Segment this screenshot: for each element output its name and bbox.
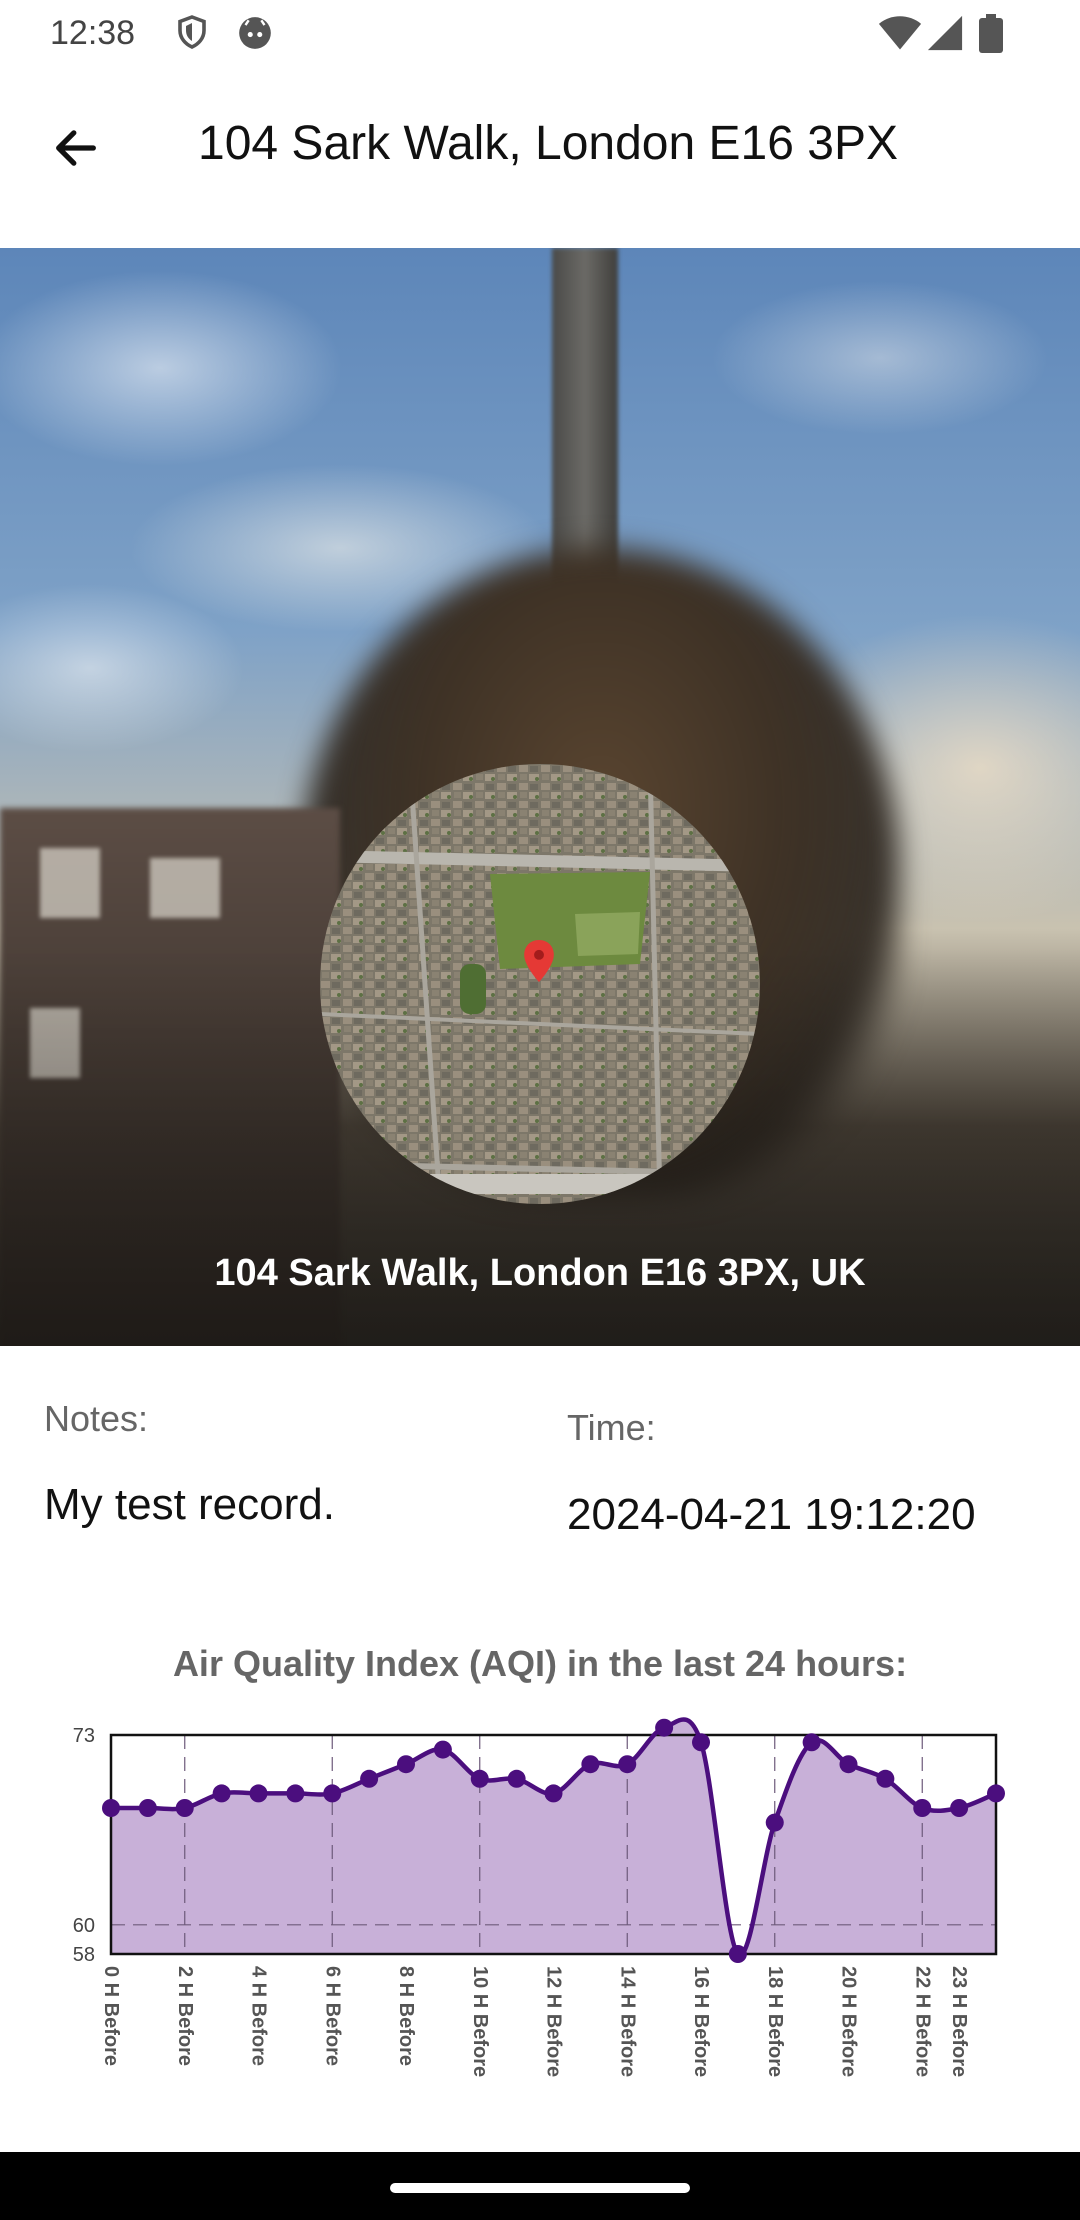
aqi-point <box>581 1755 600 1774</box>
y-tick-label: 73 <box>73 1725 95 1747</box>
y-tick-label: 58 <box>73 1944 95 1966</box>
x-tick-label: 22 H Before <box>911 1966 933 2077</box>
aqi-point <box>802 1733 821 1752</box>
chart-title: Air Quality Index (AQI) in the last 24 h… <box>172 1643 908 1684</box>
aqi-point <box>876 1769 895 1788</box>
aqi-point <box>618 1755 637 1774</box>
x-tick-label: 8 H Before <box>395 1966 417 2066</box>
aqi-point <box>544 1784 563 1803</box>
battery-icon <box>978 14 1004 59</box>
app-bar: 104 Sark Walk, London E16 3PX <box>0 66 1080 246</box>
aqi-point <box>470 1769 489 1788</box>
aqi-point <box>987 1784 1005 1803</box>
x-tick-label: 23 H Before <box>948 1966 970 2077</box>
aqi-point <box>249 1784 268 1803</box>
home-indicator[interactable] <box>390 2183 690 2193</box>
page-title: 104 Sark Walk, London E16 3PX <box>198 117 898 170</box>
aqi-point <box>765 1813 784 1832</box>
x-tick-label: 2 H Before <box>174 1966 196 2066</box>
aqi-point <box>950 1799 969 1817</box>
aqi-chart: 73 60 580 H Before 2 H Before 4 H Before 6 H … <box>73 1717 1005 2077</box>
aqi-point <box>286 1784 305 1803</box>
y-tick-label: 60 <box>73 1915 95 1937</box>
aqi-area <box>111 1719 996 1956</box>
x-tick-label: 0 H Before <box>100 1966 122 2066</box>
aqi-point <box>323 1784 342 1803</box>
aqi-point <box>360 1769 379 1788</box>
aqi-point <box>507 1769 526 1788</box>
x-tick-label: 16 H Before <box>690 1966 712 2077</box>
face-icon <box>236 14 274 57</box>
x-tick-label: 10 H Before <box>469 1966 491 2077</box>
x-tick-label: 6 H Before <box>321 1966 343 2066</box>
arrow-back-icon <box>50 122 102 179</box>
x-tick-label: 12 H Before <box>543 1966 565 2077</box>
aqi-point <box>433 1740 452 1759</box>
x-tick-label: 14 H Before <box>616 1966 638 2077</box>
map-thumbnail[interactable] <box>320 764 760 1204</box>
notes-label: Notes: <box>44 1398 149 1439</box>
aqi-point <box>175 1799 194 1817</box>
back-button[interactable] <box>40 114 112 186</box>
signal-icon <box>926 14 964 57</box>
time-label: Time: <box>567 1407 656 1448</box>
x-tick-label: 4 H Before <box>248 1966 270 2066</box>
location-photo: 104 Sark Walk, London E16 3PX, UK <box>0 248 1080 1346</box>
aqi-point <box>913 1799 932 1817</box>
aqi-point <box>839 1755 858 1774</box>
aqi-point <box>138 1799 157 1817</box>
aqi-point <box>728 1945 747 1963</box>
x-tick-label: 20 H Before <box>838 1966 860 2077</box>
map-pin-icon <box>524 940 554 987</box>
shield-icon <box>174 14 210 55</box>
status-time: 12:38 <box>50 14 136 52</box>
notes-value: My test record. <box>44 1480 335 1529</box>
aqi-point <box>692 1733 710 1752</box>
aqi-point <box>212 1784 231 1803</box>
aqi-point <box>655 1718 674 1737</box>
aqi-point <box>397 1755 415 1774</box>
x-tick-label: 18 H Before <box>764 1966 786 2077</box>
time-value: 2024-04-21 19:12:20 <box>567 1490 976 1539</box>
status-bar: 12:38 <box>0 0 1080 66</box>
wifi-icon <box>878 14 922 57</box>
hero-address: 104 Sark Walk, London E16 3PX, UK <box>214 1252 866 1294</box>
aqi-point <box>102 1799 120 1817</box>
